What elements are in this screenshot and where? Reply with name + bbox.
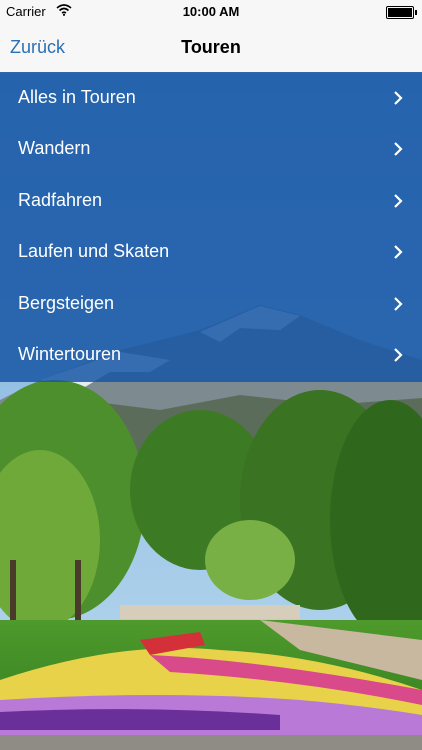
page-title: Touren [181, 37, 241, 57]
clock: 10:00 AM [182, 4, 240, 19]
menu-item-label: Laufen und Skaten [18, 241, 170, 261]
chevron-right-icon [394, 194, 403, 208]
menu-item-radfahren[interactable]: Radfahren [0, 175, 422, 226]
menu-item-label: Radfahren [18, 190, 103, 210]
menu-item-bergsteigen[interactable]: Bergsteigen [0, 278, 422, 329]
menu-item-label: Wandern [18, 138, 91, 158]
menu-item-label: Bergsteigen [18, 293, 115, 313]
menu-item-wandern[interactable]: Wandern [0, 123, 422, 174]
chevron-right-icon [394, 348, 403, 362]
chevron-right-icon [394, 91, 403, 105]
menu-item-laufen-und-skaten[interactable]: Laufen und Skaten [0, 226, 422, 277]
chevron-right-icon [394, 142, 403, 156]
chevron-right-icon [394, 245, 403, 259]
tour-category-menu: Alles in Touren Wandern Radfahren Laufen… [0, 72, 422, 382]
chevron-right-icon [394, 297, 403, 311]
menu-item-label: Wintertouren [18, 344, 122, 364]
menu-item-wintertouren[interactable]: Wintertouren [0, 329, 422, 380]
menu-item-label: Alles in Touren [18, 87, 136, 107]
navigation-bar: Zurück Touren [0, 24, 422, 73]
menu-item-alles-in-touren[interactable]: Alles in Touren [0, 72, 422, 123]
status-bar: Carrier 10:00 AM [0, 0, 422, 24]
battery-icon [386, 6, 417, 19]
